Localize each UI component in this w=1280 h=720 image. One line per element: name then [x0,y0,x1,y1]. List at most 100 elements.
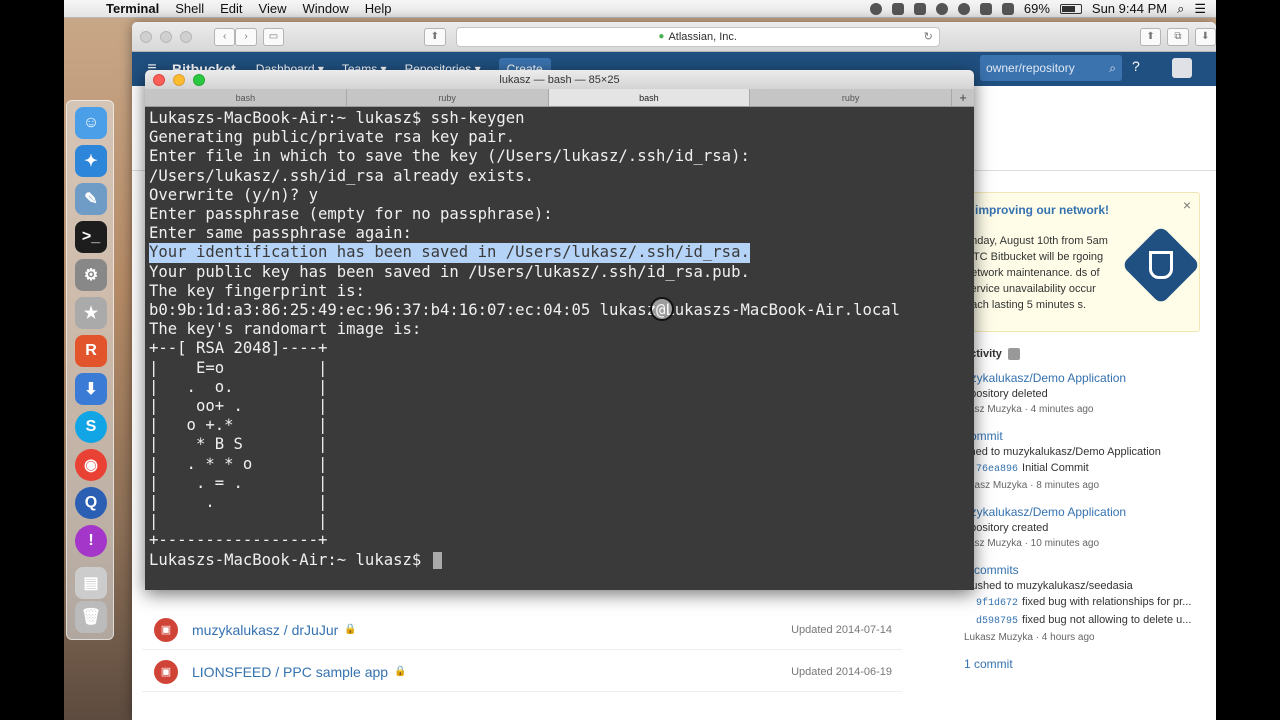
commit-hash[interactable]: d598795 [976,616,1018,627]
terminal-icon[interactable]: >_ [75,221,107,253]
feed-item-title[interactable]: 1 commit [964,656,1204,672]
bluetooth-icon[interactable] [957,2,970,15]
feed-item-title[interactable]: uzykalukasz/Demo Application [964,504,1204,520]
sidebar-button[interactable]: ▭ [262,27,285,46]
terminal-line: The key fingerprint is: [149,281,365,300]
repository-row[interactable]: ▣ LIONSFEED / PPC sample app 🔒 Updated 2… [142,652,902,692]
feed-item-meta: kasz Muzyka · 4 minutes ago [964,404,1094,416]
feed-item-meta: kasz Muzyka · 10 minutes ago [964,538,1100,550]
repository-name[interactable]: muzykalukasz / drJuJur [192,622,338,638]
feed-item: uzykalukasz/Demo Application epository c… [964,504,1204,552]
desktop: Terminal Shell Edit View Window Help 69%… [64,0,1216,720]
back-button[interactable]: ‹ [214,27,236,46]
quicktime-icon[interactable]: Q [75,487,107,519]
menu-shell[interactable]: Shell [167,1,212,16]
forward-button[interactable]: › [235,27,257,46]
terminal-line: Your public key has been saved in /Users… [149,262,750,281]
lock-icon: ● [658,31,665,42]
downloads-button[interactable]: ⬇ [1194,27,1216,46]
volume-icon[interactable] [1001,2,1014,15]
address-bar[interactable]: ● Atlassian, Inc. ↻ [455,26,940,47]
tab-ruby-1[interactable]: ruby [346,89,549,106]
feed-item-meta: ukasz Muzyka · 8 minutes ago [964,480,1100,492]
skype-icon[interactable]: S [75,411,107,443]
tab-bash-2[interactable]: bash [548,89,751,106]
tabs-button[interactable]: ⧉ [1167,27,1189,46]
launchpad-icon[interactable]: ★ [75,297,107,329]
battery-icon[interactable] [1059,3,1082,14]
lock-icon: 🔒 [344,624,357,635]
feed-item: 2 commits Pushed to muzykalukasz/seedasi… [964,562,1204,646]
time-machine-icon[interactable] [935,2,948,15]
mouse-pointer-icon [650,297,674,321]
terminal-line: Lukaszs-MacBook-Air:~ lukasz$ ssh-keygen [149,109,525,127]
notice-close-icon[interactable]: × [1183,197,1191,213]
feed-item-title[interactable]: 2 commits [964,562,1204,578]
preview-icon[interactable]: ✎ [75,183,107,215]
feed-item-title[interactable]: uzykalukasz/Demo Application [964,370,1204,386]
commit-row: 76ea896 Initial Commit [964,460,1204,478]
feed-item-desc: Pushed to muzykalukasz/seedasia [964,580,1133,593]
status-area: 69% Sun 9:44 PM ⌕ ☰ [869,1,1216,17]
address-bar-text: Atlassian, Inc. [668,30,737,43]
rss-icon[interactable] [1007,348,1020,361]
menu-help[interactable]: Help [357,1,400,16]
terminal-line: Lukaszs-MacBook-Air:~ lukasz$ [149,550,431,569]
tab-ruby-2[interactable]: ruby [750,89,952,106]
terminal-line: | . o. | [149,377,328,396]
spotlight-icon[interactable]: ⌕ [1177,1,1184,17]
repository-search-input[interactable]: owner/repository ⌕ [980,55,1122,81]
clock[interactable]: Sun 9:44 PM [1092,1,1167,16]
terminal-line: /Users/lukasz/.ssh/id_rsa already exists… [149,166,534,185]
app-store-icon[interactable]: ⬇ [75,373,107,405]
app-menu[interactable]: Terminal [98,1,167,16]
repository-icon: ▣ [154,617,178,642]
commit-hash[interactable]: 9f1d672 [976,598,1018,609]
close-button[interactable] [140,30,152,43]
repository-row[interactable]: ▣ muzykalukasz / drJuJur 🔒 Updated 2014-… [142,610,902,650]
dock: ☺ ✦ ✎ >_ ⚙ ★ R ⬇ S ◉ Q ! ▤ 🗑 [66,100,114,640]
browser-toolbar: ‹ › ▭ ⬆ ● Atlassian, Inc. ↻ ⬆ ⧉ ⬇ [132,22,1216,52]
dropbox-icon[interactable] [891,2,904,15]
terminal-line: Enter passphrase (empty for no passphras… [149,205,553,224]
terminal-tabs: bash ruby bash ruby + [145,89,974,107]
documents-icon[interactable]: ▤ [75,567,107,599]
terminal-cursor [432,551,442,569]
chrome-icon[interactable]: ◉ [75,449,107,481]
trash-icon[interactable]: 🗑 [75,601,107,633]
share-icon[interactable]: ⬆ [424,27,446,46]
repository-icon: ▣ [154,659,178,684]
user-avatar[interactable] [1172,58,1192,78]
reload-icon[interactable]: ↻ [924,30,933,43]
rubymine-icon[interactable]: R [75,335,107,367]
minimize-button[interactable] [160,30,172,43]
terminal-output[interactable]: Lukaszs-MacBook-Air:~ lukasz$ ssh-keygen… [145,107,974,572]
evernote-icon[interactable] [913,2,926,15]
commit-row: 9f1d672 fixed bug with relationships for … [964,594,1204,612]
notification-center-icon[interactable]: ☰ [1194,1,1206,17]
system-preferences-icon[interactable]: ⚙ [75,259,107,291]
finder-icon[interactable]: ☺ [75,107,107,139]
new-tab-button[interactable]: + [952,89,974,106]
share-button[interactable]: ⬆ [1139,27,1162,46]
menu-bar: Terminal Shell Edit View Window Help 69%… [64,0,1216,18]
record-icon[interactable] [869,2,882,15]
commit-hash[interactable]: 76ea896 [976,464,1018,475]
terminal-line: Your identification has been saved in /U… [149,243,750,263]
repository-name[interactable]: LIONSFEED / PPC sample app [192,664,388,680]
menu-view[interactable]: View [251,1,295,16]
safari-icon[interactable]: ✦ [75,145,107,177]
search-placeholder: owner/repository [986,61,1075,75]
battery-percent[interactable]: 69% [1024,1,1050,16]
tab-bash-1[interactable]: bash [145,89,347,106]
help-icon[interactable]: ? [1132,58,1140,74]
zoom-button[interactable] [180,30,192,43]
feed-item-title[interactable]: commit [964,428,1204,444]
feed-item-desc: epository deleted [964,388,1048,401]
terminal-window: lukasz — bash — 85×25 bash ruby bash rub… [145,70,974,590]
menu-edit[interactable]: Edit [212,1,250,16]
wifi-icon[interactable] [979,2,992,15]
menu-window[interactable]: Window [295,1,357,16]
feedback-icon[interactable]: ! [75,525,107,557]
repository-updated: Updated 2014-07-14 [791,623,892,636]
